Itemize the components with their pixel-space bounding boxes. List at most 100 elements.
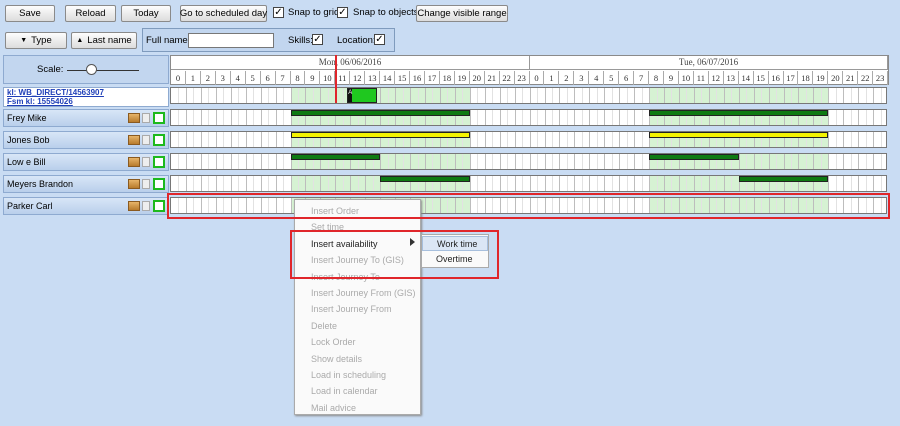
availability-toggle-icon[interactable] bbox=[153, 200, 165, 212]
grid-cell bbox=[462, 198, 464, 213]
grid-cell bbox=[253, 132, 255, 147]
pending-bar[interactable] bbox=[290, 132, 470, 138]
calendar-icon[interactable] bbox=[142, 179, 150, 189]
grid-cell bbox=[432, 198, 434, 213]
grid-cell bbox=[529, 176, 531, 191]
grid-cell bbox=[185, 88, 187, 103]
grid-cell bbox=[776, 198, 778, 213]
grid-cell bbox=[850, 110, 852, 125]
menu-item-work-time[interactable]: Work time bbox=[422, 236, 488, 251]
grid-cell bbox=[387, 88, 389, 103]
grid-cell bbox=[223, 110, 225, 125]
reload-button[interactable]: Reload bbox=[65, 5, 116, 22]
grid-cell bbox=[544, 154, 546, 169]
context-menu-item[interactable]: Mail advice bbox=[295, 400, 420, 416]
grid-cell bbox=[843, 110, 845, 125]
schedule-grid[interactable]: Mon, 06/06/2016 Tue, 06/07/2016 01234567… bbox=[170, 55, 889, 426]
context-menu-item[interactable]: Insert Journey From (GIS) bbox=[295, 285, 420, 301]
grid-cell bbox=[514, 110, 516, 125]
pending-bar[interactable] bbox=[649, 132, 829, 138]
calendar-icon[interactable] bbox=[142, 135, 150, 145]
scale-slider-handle[interactable] bbox=[86, 64, 97, 75]
change-visible-range-button[interactable]: Change visible range bbox=[416, 5, 508, 22]
context-menu-item[interactable]: Load in scheduling bbox=[295, 367, 420, 383]
grid-cell bbox=[574, 110, 576, 125]
shift-bar[interactable] bbox=[738, 176, 829, 182]
grid-cell bbox=[634, 176, 636, 191]
availability-toggle-icon[interactable] bbox=[153, 178, 165, 190]
technician-row-label[interactable]: Parker Carl bbox=[3, 197, 169, 215]
shift-bar[interactable] bbox=[290, 110, 470, 116]
type-sort-button[interactable]: ▼ Type bbox=[5, 32, 67, 49]
grid-cell bbox=[424, 88, 426, 103]
technician-row-label[interactable]: Low e Bill bbox=[3, 153, 169, 171]
full-name-input[interactable] bbox=[188, 33, 274, 48]
context-menu-item[interactable]: Insert Journey From bbox=[295, 301, 420, 317]
calendar-icon[interactable] bbox=[142, 157, 150, 167]
availability-toggle-icon[interactable] bbox=[153, 134, 165, 146]
grid-cell bbox=[537, 154, 539, 169]
grid-cell bbox=[619, 88, 621, 103]
order-info-cell[interactable]: kl: WB_DIRECT/14563907 Fsm kl: 15554026 bbox=[3, 87, 169, 107]
context-menu-item[interactable]: Set time bbox=[295, 219, 420, 235]
grid-cell bbox=[529, 154, 531, 169]
car-icon[interactable] bbox=[128, 157, 140, 167]
car-icon[interactable] bbox=[128, 113, 140, 123]
grid-cell bbox=[686, 176, 688, 191]
snap-to-objects-checkbox[interactable]: ✓ bbox=[337, 7, 348, 18]
context-menu-item[interactable]: Insert availability bbox=[295, 236, 420, 252]
grid-cell bbox=[835, 198, 837, 213]
skills-checkbox[interactable]: ✓ bbox=[312, 34, 323, 45]
grid-cell bbox=[544, 176, 546, 191]
technician-row-label[interactable]: Meyers Brandon bbox=[3, 175, 169, 193]
technician-row-label[interactable]: Jones Bob bbox=[3, 131, 169, 149]
context-menu-item[interactable]: Insert Journey To bbox=[295, 269, 420, 285]
context-menu-item[interactable]: Lock Order bbox=[295, 334, 420, 350]
grid-cell bbox=[305, 176, 307, 191]
technician-timeline-row[interactable] bbox=[170, 153, 887, 170]
shift-bar[interactable] bbox=[649, 154, 739, 160]
car-icon[interactable] bbox=[128, 135, 140, 145]
go-to-scheduled-day-button[interactable]: Go to scheduled day bbox=[180, 5, 267, 22]
shift-bar[interactable] bbox=[380, 176, 470, 182]
availability-toggle-icon[interactable] bbox=[153, 156, 165, 168]
last-name-sort-button[interactable]: ▲ Last name bbox=[71, 32, 137, 49]
grid-cell bbox=[731, 176, 733, 191]
shift-bar[interactable] bbox=[290, 154, 381, 160]
grid-cell bbox=[230, 88, 232, 103]
shift-bar[interactable] bbox=[649, 110, 829, 116]
order-bar[interactable]: A bbox=[347, 88, 378, 103]
location-checkbox[interactable]: ✓ bbox=[374, 34, 385, 45]
calendar-icon[interactable] bbox=[142, 113, 150, 123]
grid-cell bbox=[223, 198, 225, 213]
technician-timeline-row[interactable] bbox=[170, 131, 887, 148]
hour-label: 5 bbox=[246, 71, 261, 85]
grid-cell bbox=[589, 110, 591, 125]
scale-label: Scale: bbox=[37, 64, 64, 75]
technician-timeline-row[interactable] bbox=[170, 197, 887, 214]
technician-timeline-row[interactable] bbox=[170, 109, 887, 126]
context-menu-item[interactable]: Show details bbox=[295, 351, 420, 367]
fsm-link[interactable]: Fsm kl: 15554026 bbox=[7, 97, 168, 106]
scale-slider-track[interactable] bbox=[67, 70, 139, 71]
grid-cell bbox=[193, 176, 195, 191]
today-button[interactable]: Today bbox=[121, 5, 171, 22]
calendar-icon[interactable] bbox=[142, 201, 150, 211]
availability-toggle-icon[interactable] bbox=[153, 112, 165, 124]
order-timeline-row[interactable]: A bbox=[170, 87, 887, 104]
snap-to-grid-checkbox[interactable]: ✓ bbox=[273, 7, 284, 18]
context-menu-item[interactable]: Load in calendar bbox=[295, 383, 420, 399]
technician-timeline-row[interactable] bbox=[170, 175, 887, 192]
order-link[interactable]: kl: WB_DIRECT/14563907 bbox=[7, 88, 168, 97]
hour-label: 0 bbox=[171, 71, 186, 85]
car-icon[interactable] bbox=[128, 179, 140, 189]
save-button[interactable]: Save bbox=[5, 5, 55, 22]
context-menu-item[interactable]: Delete bbox=[295, 318, 420, 334]
context-menu-item[interactable]: Insert Journey To (GIS) bbox=[295, 252, 420, 268]
grid-cell bbox=[678, 88, 680, 103]
context-menu-item[interactable]: Insert Order bbox=[295, 203, 420, 219]
menu-item-overtime[interactable]: Overtime bbox=[422, 252, 488, 267]
grid-cell bbox=[858, 88, 860, 103]
car-icon[interactable] bbox=[128, 201, 140, 211]
technician-row-label[interactable]: Frey Mike bbox=[3, 109, 169, 127]
